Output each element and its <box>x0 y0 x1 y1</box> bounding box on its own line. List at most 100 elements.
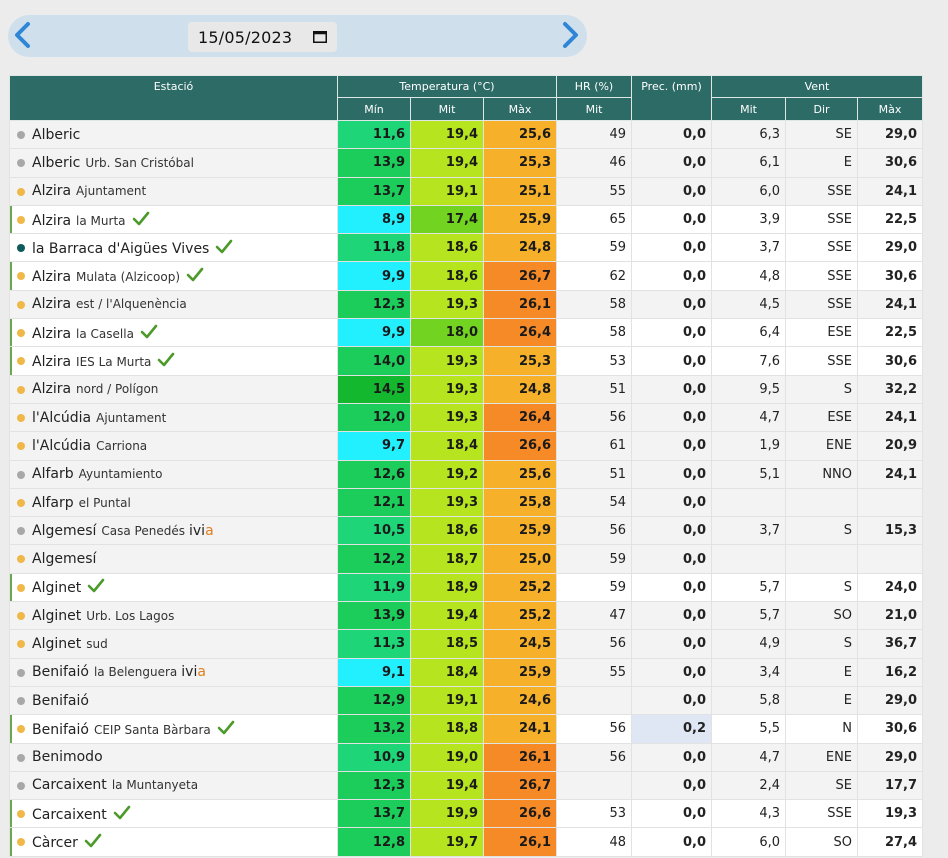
previous-day-button[interactable] <box>10 20 36 50</box>
table-row[interactable]: Alfarp el Puntal 12,1 19,3 25,8 54 0,0 <box>9 487 924 518</box>
wind-dir-cell: SO <box>785 601 859 631</box>
wind-avg-cell: 5,1 <box>711 459 787 489</box>
wind-avg-cell: 6,0 <box>711 176 787 206</box>
wind-avg-cell <box>711 544 787 574</box>
station-cell[interactable]: Alzira nord / Polígon <box>9 374 338 404</box>
checkmark-icon <box>113 805 131 820</box>
wind-dir-cell: SE <box>785 770 859 801</box>
header-temp-min[interactable]: Mín <box>337 97 411 121</box>
temp-min-cell: 14,5 <box>337 374 411 404</box>
table-row[interactable]: Alzira nord / Polígon 14,5 19,3 24,8 51 0,0 9,5… <box>9 374 924 404</box>
station-cell[interactable]: Benifaió <box>9 685 338 716</box>
wind-avg-cell <box>711 487 787 518</box>
table-row[interactable]: Algemesí Casa Penedés ivia 10,5 18,6 25,9 56 0,… <box>9 516 924 546</box>
header-temp-avg[interactable]: Mit <box>410 97 484 121</box>
wind-dir-cell: S <box>785 572 859 603</box>
station-cell[interactable]: Alberic Urb. San Cristóbal <box>9 148 338 178</box>
station-cell[interactable]: Alberic <box>9 119 338 150</box>
header-station[interactable]: Estació <box>9 75 338 121</box>
next-day-button[interactable] <box>557 20 583 50</box>
humidity-cell: 56 <box>556 742 633 772</box>
status-dot-icon <box>17 272 25 281</box>
station-cell[interactable]: Algemesí <box>9 544 338 574</box>
date-input[interactable]: 15/05/2023 <box>188 22 337 52</box>
station-cell[interactable]: Alfarb Ayuntamiento <box>9 459 338 489</box>
header-temp-max[interactable]: Màx <box>482 97 558 121</box>
header-precipitation[interactable]: Prec. (mm) <box>631 75 713 121</box>
station-cell[interactable]: Benifaió CEIP Santa Bàrbara <box>9 714 338 744</box>
station-cell[interactable]: Carcaixent <box>9 799 338 829</box>
station-cell[interactable]: Alginet <box>9 572 338 603</box>
table-row[interactable]: Alzira IES La Murta 14,0 19,3 25,3 53 0,0 7,6 SS… <box>9 346 924 376</box>
wind-max-cell: 30,6 <box>857 714 924 744</box>
station-cell[interactable]: Alzira IES La Murta <box>9 346 338 376</box>
station-cell[interactable]: Alzira la Casella <box>9 318 338 348</box>
station-name: Carcaixent <box>32 806 107 823</box>
table-row[interactable]: Algemesí 12,2 18,7 25,0 59 0,0 <box>9 544 924 574</box>
station-cell[interactable]: la Barraca d'Aigües Vives <box>9 233 338 263</box>
wind-dir-cell <box>785 487 859 518</box>
station-name: Alzira <box>32 269 72 286</box>
station-cell[interactable]: l'Alcúdia Carriona <box>9 431 338 461</box>
table-row[interactable]: Carcaixent 13,7 19,9 26,6 53 0,0 4,3 SSE 19,3 <box>9 799 924 829</box>
temp-max-cell: 26,4 <box>482 402 558 433</box>
station-cell[interactable]: Alfarp el Puntal <box>9 487 338 518</box>
table-row[interactable]: Alzira la Casella 9,9 18,0 26,4 58 0,0 6,4 ESE 22… <box>9 318 924 348</box>
table-row[interactable]: Alginet 11,9 18,9 25,2 59 0,0 5,7 S 24,0 <box>9 572 924 603</box>
station-name: Alfarb <box>32 466 74 483</box>
wind-dir-cell: ESE <box>785 318 859 348</box>
wind-max-cell: 30,6 <box>857 346 924 376</box>
temp-max-cell: 24,1 <box>482 714 558 744</box>
table-row[interactable]: Alzira est / l'Alquenència 12,3 19,3 26,1 58 0… <box>9 289 924 320</box>
station-cell[interactable]: Alginet sud <box>9 629 338 659</box>
table-row[interactable]: Benimodo 10,9 19,0 26,1 56 0,0 4,7 ENE 29,0 <box>9 742 924 772</box>
humidity-cell: 58 <box>556 289 633 320</box>
table-row[interactable]: Alberic 11,6 19,4 25,6 49 0,0 6,3 SE 29,0 <box>9 119 924 150</box>
table-row[interactable]: l'Alcúdia Ajuntament 12,0 19,3 26,4 56 0,0 4,7 E… <box>9 402 924 433</box>
station-cell[interactable]: l'Alcúdia Ajuntament <box>9 402 338 433</box>
table-row[interactable]: l'Alcúdia Carriona 9,7 18,4 26,6 61 0,0 1,9 ENE 2… <box>9 431 924 461</box>
station-cell[interactable]: Algemesí Casa Penedés ivia <box>9 516 338 546</box>
header-wind-avg[interactable]: Mit <box>711 97 787 121</box>
wind-max-cell <box>857 544 924 574</box>
table-row[interactable]: Alginet Urb. Los Lagos 13,9 19,4 25,2 47 0,0 5,… <box>9 601 924 631</box>
humidity-cell: 54 <box>556 487 633 518</box>
table-row[interactable]: Alzira la Murta 8,9 17,4 25,9 65 0,0 3,9 SSE 22,5 <box>9 204 924 235</box>
table-row[interactable]: Benifaió 12,9 19,1 24,6 0,0 5,8 E 29,0 <box>9 685 924 716</box>
table-row[interactable]: Benifaió CEIP Santa Bàrbara 13,2 18,8 24,1 56… <box>9 714 924 744</box>
temp-max-cell: 25,3 <box>482 346 558 376</box>
calendar-icon[interactable] <box>313 30 327 43</box>
header-hr-avg[interactable]: Mit <box>556 97 633 121</box>
table-row[interactable]: Alzira Ajuntament 13,7 19,1 25,1 55 0,0 6,0 SSE 2… <box>9 176 924 206</box>
table-row[interactable]: Alfarb Ayuntamiento 12,6 19,2 25,6 51 0,0 5,1 NN… <box>9 459 924 489</box>
station-cell[interactable]: Benimodo <box>9 742 338 772</box>
temp-max-cell: 24,8 <box>482 374 558 404</box>
station-name: Benifaió <box>32 721 89 738</box>
status-dot-icon <box>17 555 25 564</box>
table-row[interactable]: Alginet sud 11,3 18,5 24,5 56 0,0 4,9 S 36,7 <box>9 629 924 659</box>
wind-max-cell: 30,6 <box>857 261 924 291</box>
table-row[interactable]: Carcaixent la Muntanyeta 12,3 19,4 26,7 0,0 2,… <box>9 770 924 801</box>
station-name: Alberic <box>32 154 81 171</box>
station-cell[interactable]: Alzira Ajuntament <box>9 176 338 206</box>
station-cell[interactable]: Càrcer <box>9 827 338 857</box>
station-cell[interactable]: Benifaió la Belenguera ivia <box>9 657 338 687</box>
table-row[interactable]: Benifaió la Belenguera ivia 9,1 18,4 25,9 55 0,… <box>9 657 924 687</box>
station-cell[interactable]: Alzira Mulata (Alzicoop) <box>9 261 338 291</box>
header-wind-max[interactable]: Màx <box>857 97 924 121</box>
station-name: Alzira <box>32 183 72 200</box>
wind-max-cell <box>857 487 924 518</box>
header-wind-dir[interactable]: Dir <box>785 97 859 121</box>
station-cell[interactable]: Alginet Urb. Los Lagos <box>9 601 338 631</box>
station-cell[interactable]: Carcaixent la Muntanyeta <box>9 770 338 801</box>
temp-min-cell: 9,9 <box>337 318 411 348</box>
temp-min-cell: 13,2 <box>337 714 411 744</box>
table-row[interactable]: Càrcer 12,8 19,7 26,1 48 0,0 6,0 SO 27,4 <box>9 827 924 857</box>
temp-avg-cell: 19,7 <box>410 827 484 857</box>
table-row[interactable]: Alberic Urb. San Cristóbal 13,9 19,4 25,3 46 0… <box>9 148 924 178</box>
station-cell[interactable]: Alzira est / l'Alquenència <box>9 289 338 320</box>
station-cell[interactable]: Alzira la Murta <box>9 204 338 235</box>
table-row[interactable]: la Barraca d'Aigües Vives 11,8 18,6 24,8 59 0… <box>9 233 924 263</box>
table-row[interactable]: Alzira Mulata (Alzicoop) 9,9 18,6 26,7 62 0,0 4… <box>9 261 924 291</box>
humidity-cell: 56 <box>556 402 633 433</box>
